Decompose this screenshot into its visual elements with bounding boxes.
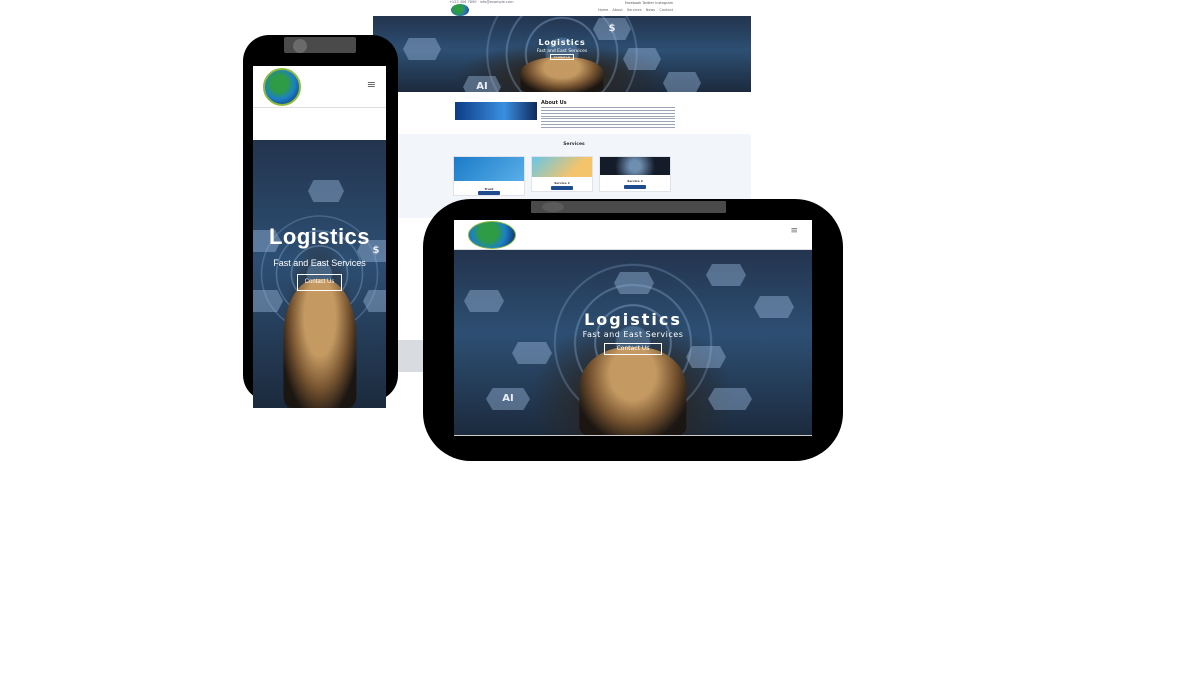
tablet-camera	[542, 202, 564, 212]
desktop-topbar: +123 456 7890 · info@example.com Faceboo…	[373, 0, 751, 16]
service-image	[532, 157, 592, 177]
nav-home[interactable]: Home	[598, 8, 608, 12]
tablet-hero-title: Logistics	[584, 310, 682, 329]
service-caption: Service 2	[627, 179, 643, 183]
phone-mockup: ≡ $ Logistics Fast and East Services Con…	[243, 35, 398, 410]
person-hexagon-icon	[512, 342, 552, 364]
service-card: Service 1	[531, 156, 593, 192]
about-text-lines-2	[541, 116, 675, 128]
cart-hexagon-icon	[363, 290, 386, 312]
phone-contact-button[interactable]: Contact Us	[297, 274, 342, 291]
phone-camera	[293, 39, 307, 53]
phone-header: ≡	[253, 66, 386, 108]
hexagon-icon	[464, 290, 504, 312]
desktop-about-section: About Us	[455, 100, 675, 130]
desktop-hero: AI $ Logistics Fast and East Services Co…	[373, 16, 751, 92]
ai-hexagon-icon: AI	[463, 76, 501, 92]
person-silhouette	[520, 57, 604, 92]
person-silhouette	[579, 346, 687, 436]
phone-hero-title: Logistics	[268, 224, 371, 249]
dollar-hexagon-icon: $	[593, 18, 631, 40]
desktop-hero-title: Logistics	[538, 38, 586, 47]
nav-contact[interactable]: Contact	[659, 8, 673, 12]
tablet-contact-button[interactable]: Contact Us	[604, 343, 662, 355]
tablet-hero: AI Logistics Fast and East Services Cont…	[454, 250, 812, 436]
desktop-contact-button[interactable]: Contact Us	[550, 54, 574, 60]
about-image	[455, 102, 537, 120]
cloud-hexagon-icon	[308, 180, 344, 202]
social-link-twitter[interactable]: Twitter	[642, 1, 654, 5]
tablet-divider	[454, 435, 812, 436]
nav-about[interactable]: About	[612, 8, 622, 12]
tablet-mockup: ≡ AI Logistics Fast and East Services Co…	[423, 199, 843, 461]
service-read-more-button[interactable]	[624, 185, 646, 189]
house-hexagon-icon	[708, 388, 752, 410]
phone-hero-subtitle: Fast and East Services	[273, 258, 366, 268]
tablet-screen: ≡ AI Logistics Fast and East Services Co…	[454, 220, 812, 436]
house-hexagon-icon	[663, 72, 701, 92]
desktop-contact-line: +123 456 7890 · info@example.com	[449, 0, 514, 4]
desktop-logo-icon[interactable]	[451, 4, 469, 16]
globe-logo-icon[interactable]	[468, 221, 516, 249]
responsive-mockup-stage: +123 456 7890 · info@example.com Faceboo…	[0, 0, 1204, 677]
service-caption: Service 1	[554, 181, 570, 185]
cloud-hexagon-icon	[614, 272, 654, 294]
service-card: Truck	[453, 156, 525, 196]
nav-services[interactable]: Services	[627, 8, 642, 12]
service-card: Service 2	[599, 156, 671, 192]
hamburger-icon[interactable]: ≡	[367, 78, 376, 91]
tablet-hero-subtitle: Fast and East Services	[582, 330, 684, 339]
services-title: Services	[563, 142, 585, 147]
service-read-more-button[interactable]	[551, 186, 573, 190]
service-image	[454, 157, 524, 181]
person-silhouette	[282, 279, 357, 408]
desktop-social-links: Facebook Twitter Instagram	[625, 1, 673, 5]
social-link-instagram[interactable]: Instagram	[655, 1, 673, 5]
ai-hexagon-icon: AI	[486, 388, 530, 410]
mail-hexagon-icon	[706, 264, 746, 286]
nav-news[interactable]: News	[646, 8, 655, 12]
service-image	[600, 157, 670, 175]
globe-logo-icon[interactable]	[263, 68, 301, 106]
service-read-more-button[interactable]	[478, 191, 500, 195]
phone-hero: $ Logistics Fast and East Services Conta…	[253, 140, 386, 408]
tablet-header: ≡	[454, 220, 812, 250]
hexagon-icon	[253, 290, 283, 312]
hamburger-icon[interactable]: ≡	[790, 226, 798, 236]
desktop-nav: Home About Services News Contact	[598, 8, 673, 12]
cart-hexagon-icon	[686, 346, 726, 368]
phone-screen: ≡ $ Logistics Fast and East Services Con…	[253, 66, 386, 410]
social-link-facebook[interactable]: Facebook	[625, 1, 641, 5]
